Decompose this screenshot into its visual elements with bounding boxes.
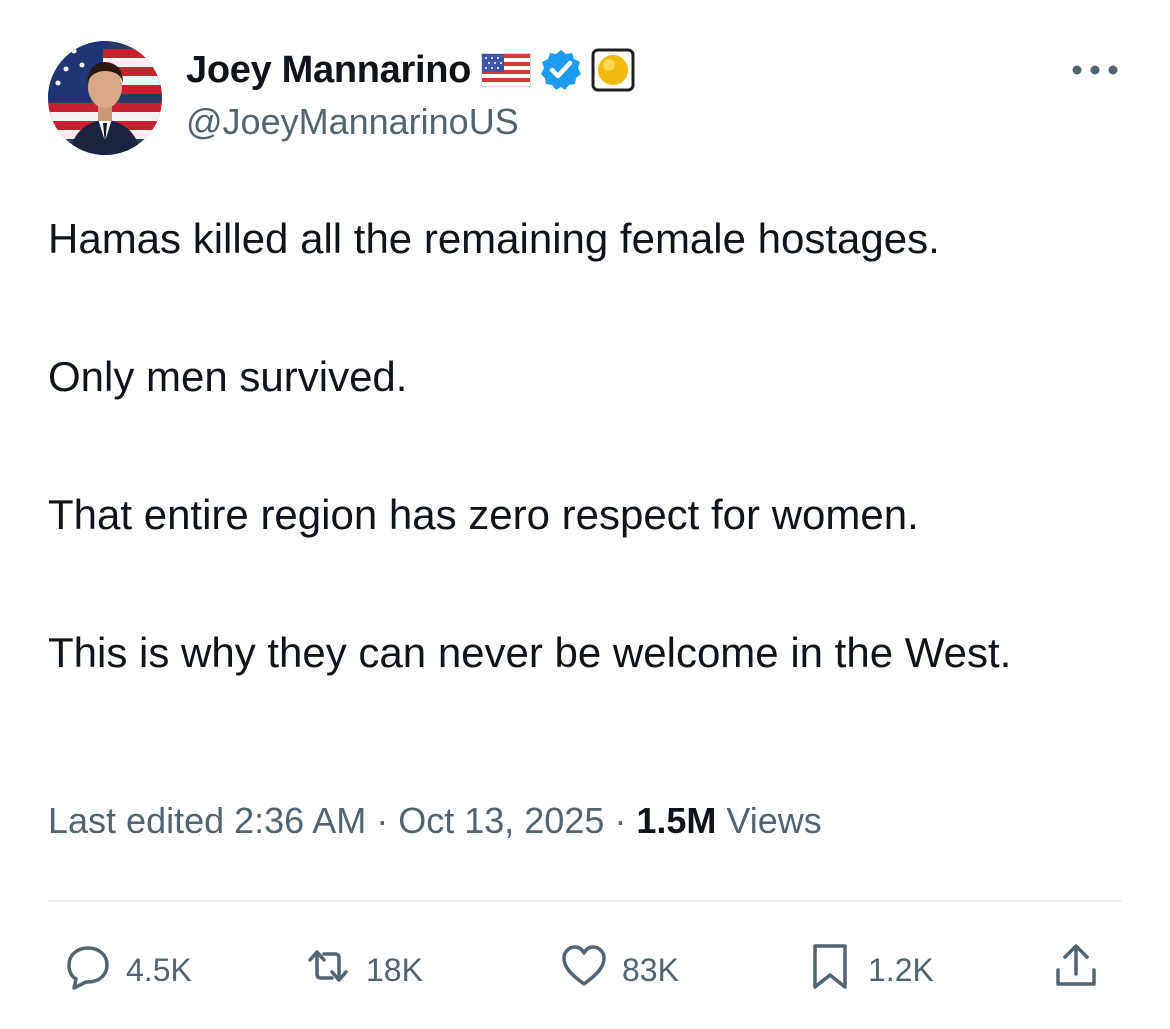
author-display-name[interactable]: Joey Mannarino	[186, 49, 471, 92]
tweet-paragraph: Only men survived.	[48, 353, 408, 400]
us-flag-icon	[480, 52, 532, 88]
divider	[48, 900, 1122, 902]
more-options-icon[interactable]	[1070, 58, 1120, 82]
views-count: 1.5M	[636, 800, 717, 841]
author-avatar[interactable]	[48, 41, 162, 155]
reply-button[interactable]: 4.5K	[64, 940, 192, 1000]
author-handle[interactable]: @JoeyMannarinoUS	[186, 101, 519, 143]
bookmark-button[interactable]: 1.2K	[806, 940, 934, 1000]
meta-separator: ·	[376, 800, 389, 841]
repost-icon	[304, 942, 352, 998]
affiliate-badge-icon[interactable]	[591, 48, 635, 92]
tweet-paragraph: This is why they can never be welcome in…	[48, 629, 1012, 676]
reply-icon	[64, 942, 112, 998]
tweet-paragraph: Hamas killed all the remaining female ho…	[48, 215, 940, 262]
reply-count: 4.5K	[126, 951, 192, 988]
bookmark-count: 1.2K	[868, 951, 934, 988]
repost-count: 18K	[366, 951, 423, 988]
share-icon	[1052, 942, 1100, 998]
like-button[interactable]: 83K	[560, 940, 679, 1000]
post-date[interactable]: Oct 13, 2025	[398, 800, 604, 841]
edited-timestamp[interactable]: Last edited 2:36 AM	[48, 800, 366, 841]
author-name-row: Joey Mannarino	[186, 44, 635, 96]
bookmark-icon	[806, 942, 854, 998]
tweet-text: Hamas killed all the remaining female ho…	[48, 206, 1128, 686]
avatar-image	[48, 41, 162, 155]
action-bar: 4.5K 18K 83K 1.2K	[48, 940, 1122, 1000]
views-label: Views	[726, 800, 822, 841]
tweet-meta: Last edited 2:36 AM · Oct 13, 2025 · 1.5M Vi…	[48, 800, 822, 842]
share-button[interactable]	[1052, 940, 1100, 1000]
tweet-paragraph: That entire region has zero respect for …	[48, 491, 919, 538]
like-count: 83K	[622, 951, 679, 988]
heart-icon	[560, 942, 608, 998]
meta-separator: ·	[614, 800, 627, 841]
repost-button[interactable]: 18K	[304, 940, 423, 1000]
verified-badge-icon[interactable]	[539, 48, 583, 92]
